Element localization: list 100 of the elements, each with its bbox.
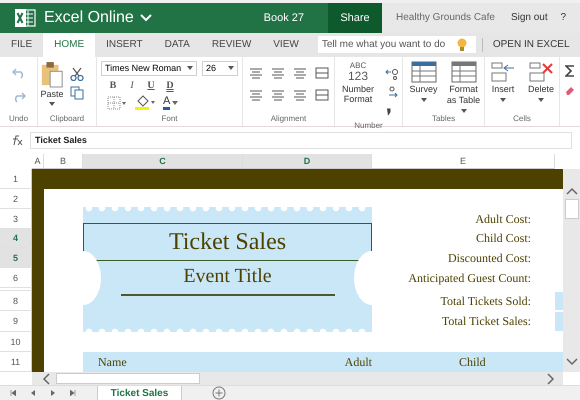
font-size-dropdown[interactable]: 26 (202, 60, 238, 76)
caret-icon (538, 98, 544, 102)
font-style-button[interactable]: B (107, 80, 119, 91)
formula-input[interactable]: Ticket Sales (30, 132, 572, 149)
scroll-down-icon[interactable] (566, 358, 578, 366)
caret-icon (500, 98, 506, 102)
cells-icon (490, 60, 516, 83)
value-cell[interactable] (555, 292, 563, 310)
scroll-thumb[interactable] (56, 373, 200, 384)
font-name-dropdown[interactable]: Times New Roman (101, 60, 197, 76)
group-label: Font (161, 114, 178, 125)
table-icon (410, 60, 436, 83)
field-label: Child Cost: (474, 230, 532, 248)
ticket-title: Ticket Sales (168, 228, 286, 256)
caret-icon (420, 98, 426, 102)
alignment-icon[interactable] (248, 66, 262, 79)
column-header[interactable]: D (243, 154, 372, 170)
ribbon-tab[interactable]: DATA (154, 32, 201, 57)
previous-sheet-icon[interactable] (30, 390, 36, 396)
caret-icon (49, 102, 55, 106)
comma-style-icon[interactable] (385, 108, 391, 116)
scroll-left-icon[interactable] (42, 372, 50, 385)
chevron-down-icon[interactable] (140, 14, 152, 22)
field-label: Total Ticket Sales: (440, 313, 532, 330)
vertical-scrollbar[interactable] (563, 169, 580, 372)
font-style-button[interactable]: D (164, 80, 176, 91)
excel-logo-icon (14, 8, 36, 28)
caret-icon (172, 100, 178, 105)
user-name: Healthy Grounds Cafe (396, 12, 495, 24)
cells-icon (528, 60, 554, 83)
cells-button[interactable]: Insert (484, 60, 522, 102)
ribbon-tab[interactable]: HOME (43, 32, 96, 57)
sign-out-link[interactable]: Sign out (510, 12, 548, 24)
caret-icon (460, 108, 466, 113)
ribbon-tab[interactable]: FILE (0, 32, 44, 57)
tell-me-field[interactable]: Tell me what you want to do (318, 36, 476, 54)
caret-icon (228, 66, 234, 70)
row-header[interactable]: 4 (0, 229, 32, 248)
alignment-icon[interactable] (248, 88, 262, 101)
clipboard-icon (40, 60, 64, 89)
increase-decimal-icon[interactable] (385, 68, 399, 80)
add-sheet-icon[interactable] (212, 386, 226, 400)
group-label: Alignment (270, 114, 306, 125)
table-icon (450, 60, 476, 83)
scroll-right-icon[interactable] (547, 372, 555, 385)
last-sheet-icon[interactable] (70, 390, 76, 396)
alignment-icon[interactable] (270, 66, 284, 79)
field-label: Total Tickets Sold: (439, 292, 532, 310)
title-cell[interactable]: Ticket Sales (83, 223, 372, 262)
scissors-icon[interactable] (70, 66, 84, 81)
alignment-icon[interactable] (314, 66, 328, 79)
group-label: Undo (8, 114, 28, 125)
table-header: Adult (344, 354, 372, 371)
first-sheet-icon[interactable] (10, 390, 16, 396)
scroll-thumb[interactable] (564, 199, 578, 220)
group-label: Number (354, 120, 383, 132)
sheet-tab[interactable]: Ticket Sales (97, 386, 182, 400)
field-label: Anticipated Guest Count: (407, 270, 532, 287)
caret-icon (187, 66, 193, 70)
table-header: Name (97, 354, 128, 371)
table-header: Child (458, 354, 487, 371)
ribbon-tab[interactable]: VIEW (262, 32, 310, 57)
open-in-excel-button[interactable]: OPEN IN EXCEL (488, 39, 574, 50)
number-format-button[interactable]: ABC 123 Number Format (335, 60, 381, 104)
lightbulb-icon (456, 38, 467, 52)
event-title: Event Title (183, 265, 272, 288)
help-link[interactable]: ? (560, 12, 566, 24)
field-label: Adult Cost: (474, 210, 532, 228)
table-button[interactable]: Format as Table (444, 60, 482, 113)
function-icon (10, 134, 24, 146)
workbook-name[interactable]: Book 27 (264, 12, 304, 24)
scroll-up-icon[interactable] (566, 187, 578, 196)
font-style-button[interactable]: U (145, 80, 157, 91)
alignment-icon[interactable] (270, 88, 284, 101)
alignment-icon[interactable] (292, 88, 306, 101)
alignment-icon[interactable] (292, 66, 306, 79)
cells-button[interactable]: Delete (522, 60, 560, 102)
value-cell[interactable] (555, 312, 563, 332)
row-header[interactable]: 5 (0, 248, 32, 268)
field-label: Discounted Cost: (447, 250, 532, 267)
font-color-button[interactable]: A (163, 96, 178, 110)
copy-icon[interactable] (70, 86, 84, 100)
next-sheet-icon[interactable] (50, 390, 56, 396)
group-label: Clipboard (50, 114, 84, 125)
share-button[interactable]: Share (328, 2, 382, 33)
horizontal-scrollbar[interactable] (32, 372, 563, 385)
eraser-icon[interactable] (565, 84, 575, 95)
font-style-button[interactable]: I (126, 80, 138, 91)
borders-icon[interactable] (107, 96, 127, 110)
column-header[interactable]: C (83, 154, 243, 170)
table-button[interactable]: Survey (404, 60, 442, 102)
ribbon-tab[interactable]: REVIEW (200, 32, 262, 57)
group-label: Cells (513, 114, 531, 125)
fill-color-icon[interactable] (134, 94, 156, 111)
app-name: Excel Online (44, 8, 134, 27)
paste-button[interactable]: Paste (38, 60, 66, 106)
alignment-icon[interactable] (314, 88, 328, 101)
ribbon-tab[interactable]: INSERT (95, 32, 154, 57)
group-label: Tables (432, 114, 456, 125)
autosum-icon[interactable] (565, 64, 575, 77)
